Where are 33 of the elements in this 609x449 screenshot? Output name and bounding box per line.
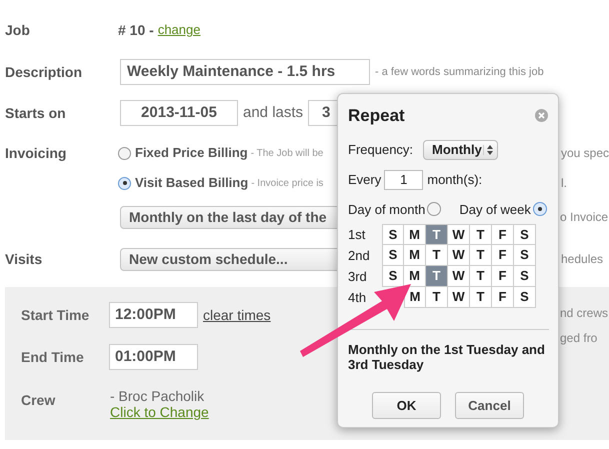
field-label: Every: [348, 170, 382, 189]
field-label: End Time: [20, 348, 85, 366]
hint-text: nd crews: [560, 305, 608, 322]
hint-text: ged fro: [560, 330, 598, 347]
hint-text: - The Job will be: [250, 146, 324, 160]
week-label: 3rd: [348, 268, 368, 286]
option-label: Visit Based Billing: [135, 174, 248, 192]
hint-text: l.: [561, 175, 567, 192]
dialog-title: Repeat: [348, 105, 405, 127]
field-label: Invoicing: [4, 144, 68, 163]
field-label: Starts on: [4, 104, 67, 122]
summary-text: Monthly on the 1st Tuesday and 3rd Tuesday: [348, 342, 546, 372]
week-label: 2nd: [348, 246, 371, 265]
field-label: Description: [4, 62, 84, 82]
field-label: Visits: [4, 250, 44, 268]
hint-text: hedules: [561, 251, 604, 268]
week-label: 4th: [348, 288, 368, 307]
field-label: month(s):: [427, 170, 482, 189]
field-text: and lasts: [243, 102, 304, 123]
hint-text: - a few words summarizing this job: [375, 64, 544, 80]
field-label: Frequency:: [348, 140, 414, 159]
hint-text: you spec: [561, 145, 609, 162]
field-label: Crew: [20, 391, 56, 410]
crew-member: - Broc Pacholik: [110, 388, 206, 404]
hint-text: - Invoice price is: [251, 176, 324, 190]
hint-text: o Invoice: [560, 209, 608, 226]
job-number: # 10 -: [118, 20, 154, 40]
option-label: Fixed Price Billing: [135, 144, 248, 162]
option-label: Day of week: [459, 200, 531, 219]
option-label: Day of month: [348, 200, 426, 219]
field-label: Start Time: [20, 306, 90, 324]
field-label: Job: [4, 20, 31, 40]
week-label: 1st: [348, 226, 366, 244]
